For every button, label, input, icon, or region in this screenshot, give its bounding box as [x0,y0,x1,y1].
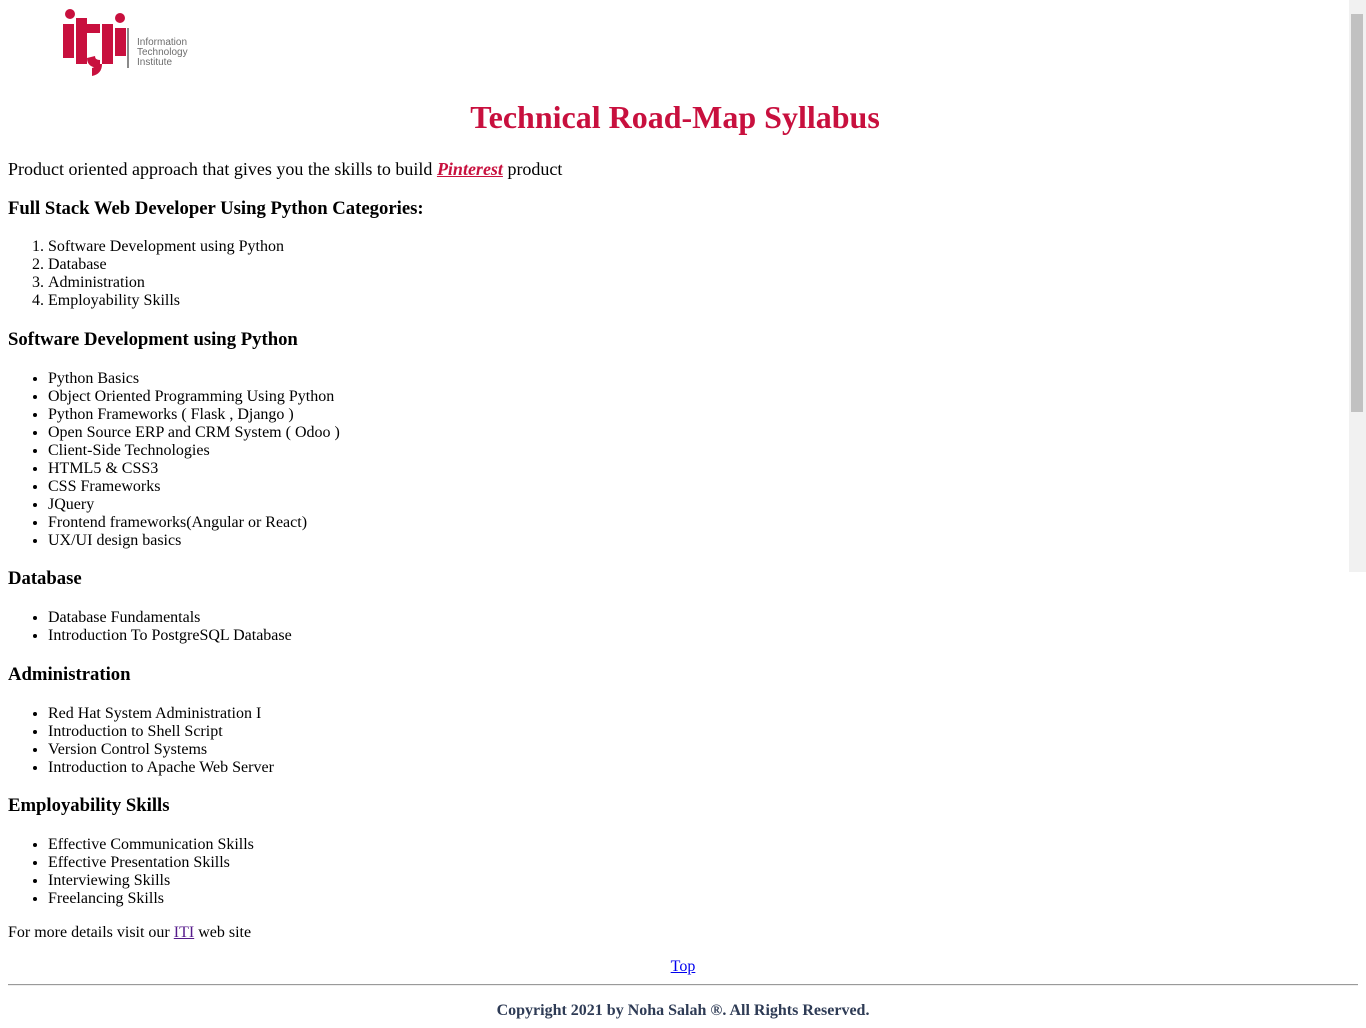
database-heading: Database [8,568,82,589]
software-list: Python Basics Object Oriented Programmin… [8,370,340,550]
employability-list: Effective Communication Skills Effective… [8,836,254,908]
list-item: Effective Presentation Skills [48,854,254,872]
list-item: Red Hat System Administration I [48,705,274,723]
scrollbar-thumb[interactable] [1351,14,1363,412]
logo-line-3: Institute [137,57,173,68]
administration-heading: Administration [8,664,131,685]
iti-website-link[interactable]: ITI [174,924,194,941]
list-item: Object Oriented Programming Using Python [48,388,340,406]
pinterest-link[interactable]: Pinterest [437,159,503,179]
list-item: Frontend frameworks(Angular or React) [48,514,340,532]
list-item: Introduction to Shell Script [48,723,274,741]
list-item: Freelancing Skills [48,890,254,908]
list-item: Open Source ERP and CRM System ( Odoo ) [48,424,340,442]
top-link[interactable]: Top [671,958,696,975]
list-item: Employability Skills [48,292,284,310]
administration-list: Red Hat System Administration I Introduc… [8,705,274,777]
more-details: For more details visit our ITI web site [8,923,251,943]
categories-heading: Full Stack Web Developer Using Python Ca… [8,198,424,219]
list-item: Python Basics [48,370,340,388]
more-text-after: web site [194,924,252,941]
list-item: CSS Frameworks [48,478,340,496]
list-item: Introduction to Apache Web Server [48,759,274,777]
list-item: Database Fundamentals [48,609,292,627]
categories-list: Software Development using Python Databa… [8,238,284,310]
list-item: Database [48,256,284,274]
database-list: Database Fundamentals Introduction To Po… [8,609,292,645]
intro-text-after: product [502,159,563,179]
more-text-before: For more details visit our [8,924,174,941]
list-item: JQuery [48,496,340,514]
software-heading: Software Development using Python [8,329,298,350]
list-item: Introduction To PostgreSQL Database [48,627,292,645]
logo-caption: Information Technology Institute [137,38,188,68]
list-item: Client-Side Technologies [48,442,340,460]
copyright: Copyright 2021 by Noha Salah ®. All Righ… [496,1002,870,1019]
list-item: Effective Communication Skills [48,836,254,854]
page-title: Technical Road-Map Syllabus [470,99,880,135]
list-item: HTML5 & CSS3 [48,460,340,478]
iti-logo[interactable]: Information Technology Institute [62,8,212,78]
employability-heading: Employability Skills [8,795,170,816]
list-item: Python Frameworks ( Flask , Django ) [48,406,340,424]
list-item: Version Control Systems [48,741,274,759]
list-item: Software Development using Python [48,238,284,256]
intro-paragraph: Product oriented approach that gives you… [8,158,562,180]
intro-text-before: Product oriented approach that gives you… [8,159,437,179]
iti-logo-icon [63,9,129,76]
list-item: UX/UI design basics [48,532,340,550]
list-item: Interviewing Skills [48,872,254,890]
footer-divider [8,984,1358,986]
list-item: Administration [48,274,284,292]
top-link-container: Top [8,957,1358,977]
vertical-scrollbar[interactable] [1349,0,1366,572]
